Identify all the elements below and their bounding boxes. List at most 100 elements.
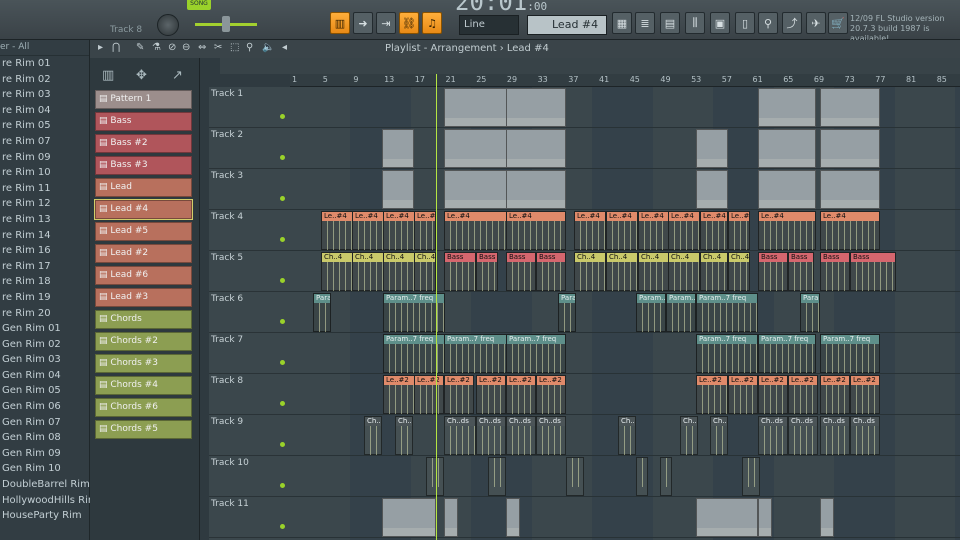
pencil-icon[interactable]: ✎ [136, 42, 144, 53]
track-header[interactable]: Track 4 [209, 210, 290, 251]
help-icon[interactable]: ✈ [806, 12, 826, 34]
playlist-clip[interactable] [696, 498, 758, 537]
metronome-icon[interactable]: ♫ [422, 12, 442, 34]
playlist-clip[interactable] [696, 129, 728, 168]
playlist-clip[interactable]: Le..#2 [728, 375, 758, 414]
playlist-clip[interactable] [758, 129, 816, 168]
pattern-item[interactable]: ▤ Lead #6 [95, 266, 192, 285]
arrangement-grid[interactable]: Le..#4Le..#4Le..#4Le..#4Le..#4Le..#4Le..… [290, 87, 960, 540]
pattern-item[interactable]: ▤ Lead [95, 178, 192, 197]
playlist-clip[interactable]: Ch..4 [668, 252, 700, 291]
playlist-clip[interactable] [566, 457, 584, 496]
playlist-clip[interactable]: Le..#2 [536, 375, 566, 414]
playlist-clip[interactable]: Ch..4 [352, 252, 384, 291]
playlist-clip[interactable]: Param..7 freq [758, 334, 816, 373]
playlist-clip[interactable] [636, 457, 648, 496]
playlist-clip[interactable]: Param..7 freq [444, 334, 508, 373]
pattern-item[interactable]: ▤ Bass #2 [95, 134, 192, 153]
playlist-clip[interactable]: Le..#4 [414, 211, 436, 250]
playlist-clip[interactable]: Ch..4 [728, 252, 750, 291]
pattern-item[interactable]: ▤ Chords #4 [95, 376, 192, 395]
playlist-clip[interactable]: Le..#4 [352, 211, 384, 250]
playlist-clip[interactable]: Param..7 freq [696, 334, 758, 373]
playlist-clip[interactable]: Param..7 freq [696, 293, 758, 332]
pattern-item[interactable]: ▤ Lead #4 [94, 199, 193, 220]
pattern-item[interactable]: ▤ Bass [95, 112, 192, 131]
back-icon[interactable]: ◂ [282, 42, 287, 53]
sample-icon[interactable]: ✥ [136, 68, 147, 83]
song-mode-toggle[interactable]: SONG [187, 0, 211, 10]
speaker-icon[interactable]: 🔈 [262, 42, 274, 53]
playlist-clip[interactable]: Ch..ds [850, 416, 880, 455]
playlist-clip[interactable] [382, 498, 436, 537]
playlist-clip[interactable]: Le..#2 [850, 375, 880, 414]
mute-icon[interactable]: ⊖ [182, 42, 190, 53]
track-header[interactable]: Track 7 [209, 333, 290, 374]
playlist-clip[interactable]: Le..#4 [638, 211, 670, 250]
pattern-item[interactable]: ▤ Chords #6 [95, 398, 192, 417]
browser-item[interactable]: re Rim 16 [0, 243, 89, 259]
browser-item[interactable]: DoubleBarrel Rim [0, 477, 90, 493]
track-enable-led[interactable] [280, 360, 285, 365]
playlist-clip[interactable] [382, 129, 414, 168]
browser-item[interactable]: re Rim 20 [0, 306, 89, 322]
playlist-clip[interactable]: Ch..4 [414, 252, 436, 291]
playlist-clip[interactable]: Le..#4 [820, 211, 880, 250]
pattern-item[interactable]: ▤ Bass #3 [95, 156, 192, 175]
playlist-clip[interactable]: Param..7 freq [506, 334, 566, 373]
browser-item[interactable]: re Rim 17 [0, 259, 89, 275]
playlist-clip[interactable]: Param..7 freq [558, 293, 576, 332]
browser-item[interactable]: Gen Rim 02 [0, 337, 89, 353]
playlist-clip[interactable] [488, 457, 506, 496]
pattern-select[interactable]: Lead #4 [527, 15, 607, 35]
playlist-clip[interactable]: Param..7 freq [313, 293, 331, 332]
track-header[interactable]: Track 8 [209, 374, 290, 415]
playlist-clip[interactable]: Le..#2 [383, 375, 415, 414]
browser-item[interactable]: re Rim 11 [0, 181, 89, 197]
playlist-clip[interactable]: Le..#2 [820, 375, 850, 414]
track-enable-led[interactable] [280, 401, 285, 406]
browser-icon[interactable]: ▯ [735, 12, 755, 34]
playlist-clip[interactable]: Param..7 freq [666, 293, 696, 332]
paint-icon[interactable]: ⚗ [152, 42, 161, 53]
playlist-clip[interactable]: Param..7 freq [820, 334, 880, 373]
track-header[interactable]: Track 3 [209, 169, 290, 210]
next-arrow-icon[interactable]: ➜ [353, 12, 373, 34]
browser-item[interactable]: re Rim 18 [0, 274, 89, 290]
browser-item[interactable]: re Rim 12 [0, 196, 89, 212]
track-enable-led[interactable] [280, 155, 285, 160]
browser-item[interactable]: Gen Rim 09 [0, 446, 89, 462]
browser-item[interactable]: Gen Rim 04 [0, 368, 89, 384]
playlist-clip[interactable] [820, 88, 880, 127]
playlist-clip[interactable]: Le..#2 [696, 375, 728, 414]
playlist-clip[interactable]: Le..#2 [444, 375, 474, 414]
playlist-clip[interactable]: Le..#2 [476, 375, 506, 414]
track-header[interactable]: Track 2 [209, 128, 290, 169]
track-enable-led[interactable] [280, 114, 285, 119]
playlist-clip[interactable]: Bass [444, 252, 476, 291]
track-enable-led[interactable] [280, 319, 285, 324]
playlist-clip[interactable]: Le..#2 [414, 375, 444, 414]
master-volume-knob[interactable] [157, 14, 179, 36]
link-icon[interactable]: ⛓ [399, 12, 419, 34]
browser-item[interactable]: Gen Rim 08 [0, 430, 89, 446]
playlist-clip[interactable]: Ch..ds [758, 416, 788, 455]
browser-item[interactable]: re Rim 04 [0, 103, 89, 119]
browser-item[interactable]: Gen Rim 07 [0, 415, 89, 431]
pattern-item[interactable]: ▤ Lead #5 [95, 222, 192, 241]
playlist-clip[interactable]: Le..#4 [506, 211, 566, 250]
playlist-clip[interactable]: Ch..ds [618, 416, 636, 455]
playlist-clip[interactable] [506, 88, 566, 127]
browser-item[interactable]: HollywoodHills Rim [0, 493, 98, 509]
pattern-item[interactable]: ▤ Chords #5 [95, 420, 192, 439]
playlist-clip[interactable]: Ch..ds [444, 416, 476, 455]
browser-item[interactable]: Gen Rim 05 [0, 383, 89, 399]
piano-roll-icon[interactable]: ≣ [635, 12, 655, 34]
pattern-item[interactable]: ▤ Lead #3 [95, 288, 192, 307]
browser-item[interactable]: re Rim 09 [0, 150, 89, 166]
playlist-clip[interactable] [758, 170, 816, 209]
track-header[interactable]: Track 6 [209, 292, 290, 333]
playlist-clip[interactable]: Ch..ds [820, 416, 850, 455]
channel-rack-icon[interactable]: ▤ [660, 12, 680, 34]
pattern-item[interactable]: ▤ Chords #3 [95, 354, 192, 373]
